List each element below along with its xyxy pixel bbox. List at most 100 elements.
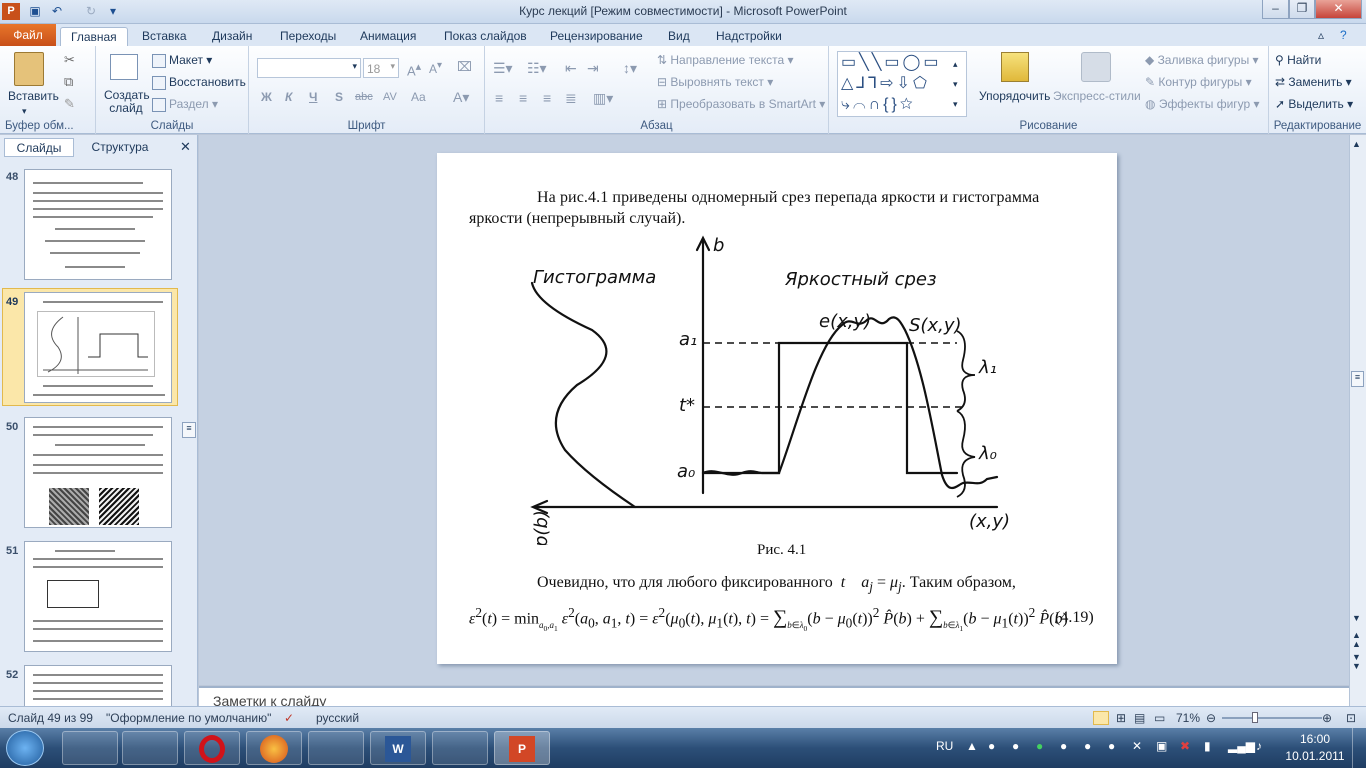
shrink-font-icon[interactable]: A▾ [429, 60, 442, 76]
scroll-thumb[interactable]: ≡ [1351, 371, 1364, 387]
zoom-slider-thumb[interactable] [1252, 712, 1258, 723]
bullets-button[interactable]: ☰▾ [493, 60, 513, 77]
shapes-gallery-scroll-icon[interactable]: ▴ ▾ ▾ [953, 54, 958, 114]
cut-icon[interactable]: ✂ [64, 52, 75, 68]
theme-name[interactable]: "Оформление по умолчанию" [106, 711, 271, 725]
show-desktop-button[interactable] [1352, 728, 1366, 768]
reset-button[interactable]: Восстановить [152, 75, 246, 90]
close-button[interactable]: ✕ [1315, 0, 1362, 19]
slide-thumbnail-52[interactable] [24, 665, 172, 706]
clear-format-icon[interactable]: ⌧ [457, 59, 472, 75]
align-right-button[interactable]: ≡ [543, 90, 551, 106]
clock-time[interactable]: 16:00 [1284, 732, 1346, 746]
tab-slideshow[interactable]: Показ слайдов [434, 27, 537, 46]
show-hidden-icons[interactable]: ▲ [966, 739, 978, 753]
tab-animation[interactable]: Анимация [350, 27, 426, 46]
line-spacing-button[interactable]: ↕▾ [623, 60, 637, 77]
next-slide-icon[interactable]: ▼ ▼ [1352, 653, 1361, 671]
shapes-gallery[interactable]: ▭╲╲▭◯▭ △⅃⅂⇨⇩⬠ ⤷⌒∩{}☆ [837, 51, 967, 117]
slide-sorter-icon[interactable]: ⊞ [1116, 711, 1126, 725]
firefox-taskbar-icon[interactable] [246, 731, 302, 765]
network-warning-icon[interactable]: ✖ [1180, 739, 1190, 753]
slide-thumbnail-49[interactable] [24, 292, 172, 403]
shape-fill-button[interactable]: ◆ Заливка фигуры ▾ [1145, 53, 1259, 67]
fit-slide-icon[interactable]: ⊡ [1346, 711, 1356, 725]
tray-icon-7[interactable]: ✕ [1132, 739, 1142, 753]
word-taskbar-icon[interactable]: W [370, 731, 426, 765]
bold-button[interactable]: Ж [261, 90, 272, 104]
tray-icon-2[interactable]: ● [1012, 739, 1019, 753]
align-left-button[interactable]: ≡ [495, 90, 503, 106]
slide-canvas[interactable]: На рис.4.1 приведены одномерный срез пер… [437, 153, 1117, 664]
normal-view-icon[interactable] [1093, 711, 1109, 725]
tab-view[interactable]: Вид [658, 27, 700, 46]
spellcheck-icon[interactable]: ✓ [284, 711, 294, 725]
scroll-down-icon[interactable]: ▼ [1352, 613, 1361, 623]
tray-icon-6[interactable]: ● [1108, 739, 1115, 753]
scroll-up-icon[interactable]: ▲ [1352, 139, 1361, 149]
tray-icon-1[interactable]: ● [988, 739, 995, 753]
explorer-taskbar-icon[interactable] [62, 731, 118, 765]
arrange-icon[interactable] [1001, 52, 1029, 82]
tray-icon-8[interactable]: ▣ [1156, 739, 1167, 753]
layout-button[interactable]: Макет ▾ [152, 53, 212, 68]
paste-button[interactable]: Вставить [8, 89, 59, 103]
opera-taskbar-icon[interactable] [184, 731, 240, 765]
quick-styles-button[interactable]: Экспресс-стили [1053, 89, 1141, 103]
tab-outline[interactable]: Структура [80, 138, 160, 157]
new-slide-icon[interactable] [110, 54, 138, 80]
tray-icon-5[interactable]: ● [1084, 739, 1091, 753]
tab-design[interactable]: Дизайн [202, 27, 262, 46]
slide-thumbnail-51[interactable] [24, 541, 172, 652]
convert-smartart-button[interactable]: ⊞ Преобразовать в SmartArt ▾ [657, 97, 825, 111]
pane-scrollbar-thumb[interactable]: ≡ [182, 422, 196, 438]
justify-button[interactable]: ≣ [565, 90, 577, 107]
close-pane-icon[interactable]: ✕ [180, 139, 191, 155]
powerpoint-taskbar-icon[interactable]: P [494, 731, 550, 765]
copy-icon[interactable]: ⧉ [64, 74, 73, 90]
tab-insert[interactable]: Вставка [132, 27, 197, 46]
change-case-button[interactable]: Aa [411, 90, 426, 104]
utorrent-icon[interactable]: ● [1036, 739, 1043, 753]
font-name-input[interactable]: ▾ [257, 58, 361, 78]
language-bar[interactable]: RU [936, 739, 953, 753]
minimize-ribbon-icon[interactable]: ▵ [1318, 28, 1324, 42]
new-slide-button[interactable]: Создать слайд [104, 89, 150, 115]
help-icon[interactable]: ? [1340, 28, 1347, 42]
italic-button[interactable]: К [285, 90, 292, 104]
numbering-button[interactable]: ☷▾ [527, 60, 547, 77]
shadow-button[interactable]: S [335, 90, 343, 104]
quick-styles-icon[interactable] [1081, 52, 1111, 82]
volume-icon[interactable]: ♪ [1256, 739, 1262, 753]
columns-button[interactable]: ▥▾ [593, 90, 613, 107]
tab-transitions[interactable]: Переходы [270, 27, 346, 46]
underline-button[interactable]: Ч [309, 90, 317, 104]
section-button[interactable]: Раздел ▾ [152, 97, 218, 112]
zoom-level[interactable]: 71% [1176, 711, 1200, 725]
notes-pane[interactable]: Заметки к слайду [199, 686, 1349, 708]
signal-icon[interactable]: ▂▄▆ [1228, 739, 1255, 753]
clock-date[interactable]: 10.01.2011 [1284, 749, 1346, 763]
zoom-out-icon[interactable]: ⊖ [1206, 711, 1216, 725]
align-text-button[interactable]: ⊟ Выровнять текст ▾ [657, 75, 773, 89]
slideshow-view-icon[interactable]: ▭ [1154, 711, 1165, 725]
media-player-taskbar-icon[interactable] [122, 731, 178, 765]
picture-viewer-taskbar-icon[interactable] [432, 731, 488, 765]
select-button[interactable]: ➚ Выделить ▾ [1275, 97, 1353, 111]
tab-slides[interactable]: Слайды [4, 138, 74, 157]
align-center-button[interactable]: ≡ [519, 90, 527, 106]
grow-font-icon[interactable]: A▴ [407, 60, 421, 78]
format-painter-icon[interactable]: ✎ [64, 96, 75, 112]
reading-view-icon[interactable]: ▤ [1134, 711, 1145, 725]
tab-addins[interactable]: Надстройки [706, 27, 792, 46]
font-color-button[interactable]: A▾ [453, 89, 469, 106]
minimize-button[interactable]: – [1262, 0, 1289, 19]
find-button[interactable]: ⚲ Найти [1275, 53, 1321, 67]
tab-home[interactable]: Главная [60, 27, 128, 46]
arrange-button[interactable]: Упорядочить [979, 89, 1050, 103]
slide-thumbnail-48[interactable] [24, 169, 172, 280]
tab-review[interactable]: Рецензирование [540, 27, 653, 46]
paste-icon[interactable] [14, 52, 44, 86]
paste-dropdown-icon[interactable]: ▾ [22, 106, 27, 117]
vertical-scrollbar[interactable]: ▲ ≡ ▼ ▲ ▲ ▼ ▼ [1349, 135, 1366, 706]
